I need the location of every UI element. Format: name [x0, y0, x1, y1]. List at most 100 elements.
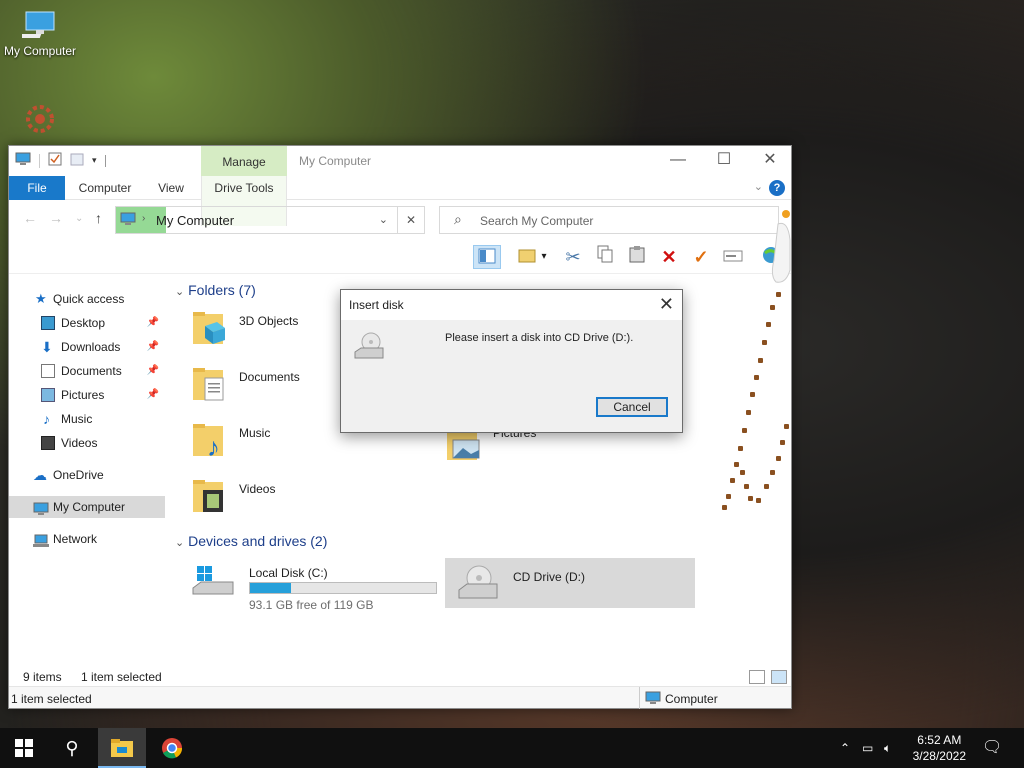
copy-icon[interactable] [591, 245, 619, 269]
nav-downloads[interactable]: ⬇ Downloads 📌 [9, 336, 165, 358]
tray-chevron-up-icon[interactable]: ⌃ [840, 728, 850, 768]
windows-drive-icon [191, 566, 235, 605]
network-tray-icon[interactable]: ▭ [862, 728, 873, 768]
windows-start-icon[interactable] [0, 728, 48, 768]
help-icon[interactable]: ? [769, 180, 785, 196]
drive-name: CD Drive (D:) [513, 570, 585, 584]
dialog-close-button[interactable]: ✕ [659, 294, 674, 315]
desktop-icon [41, 316, 55, 330]
download-arrow-icon: ⬇ [41, 339, 53, 355]
properties-icon[interactable] [48, 152, 62, 169]
chevron-down-icon: ⌄ [175, 286, 185, 298]
nav-label: Downloads [61, 340, 121, 354]
address-text: My Computer [156, 213, 235, 228]
drive-local-c[interactable]: Local Disk (C:) 93.1 GB free of 119 GB [181, 558, 441, 612]
pin-icon[interactable]: 📌 [147, 384, 159, 406]
pin-icon[interactable]: 📌 [147, 360, 159, 382]
footprint [766, 322, 771, 327]
footprint [754, 375, 759, 380]
clock[interactable]: 6:52 AM 3/28/2022 [913, 732, 966, 764]
back-arrow-icon[interactable]: ← [23, 210, 37, 226]
navigation-pane-icon[interactable] [473, 245, 501, 269]
pin-icon[interactable]: 📌 [147, 336, 159, 358]
layout-dropdown-icon[interactable]: ▾ [537, 245, 551, 269]
star-icon: ★ [35, 291, 47, 306]
clock-time: 6:52 AM [917, 733, 962, 747]
gear-icon [22, 104, 58, 134]
pin-icon[interactable]: 📌 [147, 312, 159, 334]
computer-icon [120, 212, 136, 229]
manage-context-tab[interactable]: Manage [201, 146, 287, 176]
new-folder-icon[interactable] [70, 152, 84, 169]
document-icon [41, 364, 55, 378]
minimize-button[interactable]: — [655, 146, 701, 176]
nav-label: OneDrive [53, 468, 104, 482]
nav-onedrive[interactable]: ☁ OneDrive [9, 464, 165, 486]
footprint [770, 470, 775, 475]
bottom-status-right: Computer [665, 692, 718, 706]
picture-icon [41, 388, 55, 402]
taskbar: ⚲ ⌃ ▭ 🔈︎ 6:52 AM 3/28/2022 🗨︎ [0, 728, 1024, 768]
footprint [740, 470, 745, 475]
search-input[interactable]: ⌕ Search My Computer [439, 206, 779, 234]
drive-free-space: 93.1 GB free of 119 GB [249, 598, 374, 612]
chevron-down-icon[interactable]: ⌄ [754, 180, 763, 193]
qat-dropdown-icon[interactable]: ▾ [92, 155, 97, 166]
dialog-message: Please insert a disk into CD Drive (D:). [445, 332, 634, 344]
cancel-button[interactable]: Cancel [596, 397, 668, 417]
checkmark-icon[interactable]: ✓ [687, 245, 715, 269]
volume-icon[interactable]: 🔈︎ [884, 728, 891, 768]
rename-icon[interactable] [719, 245, 747, 269]
nav-label: Quick access [53, 292, 125, 306]
delete-icon[interactable]: ✕ [655, 245, 683, 269]
cd-drive-icon [455, 564, 499, 607]
notifications-icon[interactable]: 🗨︎ [982, 728, 1002, 768]
cut-icon[interactable]: ✂ [559, 245, 587, 269]
footprint [776, 292, 781, 297]
nav-network[interactable]: Network [9, 528, 165, 550]
nav-label: My Computer [53, 500, 126, 514]
address-dropdown-icon[interactable]: ⌄ [379, 213, 388, 226]
folders-group-header[interactable]: ⌄ Folders (7) [175, 282, 256, 298]
paste-icon[interactable] [623, 245, 651, 269]
nav-videos[interactable]: Videos [9, 432, 165, 454]
folder-videos[interactable]: Videos [171, 476, 411, 526]
tab-computer[interactable]: Computer [75, 176, 135, 200]
nav-my-computer[interactable]: My Computer [9, 496, 165, 518]
address-field[interactable]: › My Computer ⌄ ✕ [115, 206, 425, 234]
nav-music[interactable]: ♪ Music [9, 408, 165, 430]
desktop-app-icon[interactable] [0, 104, 80, 138]
nav-desktop[interactable]: Desktop 📌 [9, 312, 165, 334]
footprint [750, 392, 755, 397]
footprint [738, 446, 743, 451]
up-arrow-icon[interactable]: ↑ [95, 210, 102, 226]
navigation-pane: ★ Quick access Desktop 📌 ⬇ Downloads 📌 D… [9, 276, 169, 656]
close-button[interactable]: ✕ [747, 146, 793, 176]
folder-name: Documents [239, 370, 300, 384]
recent-locations-icon[interactable]: ⌄ [75, 213, 83, 224]
file-explorer-icon[interactable] [98, 728, 146, 768]
large-icons-view-icon[interactable] [771, 670, 787, 684]
drive-cd-d[interactable]: CD Drive (D:) [445, 558, 695, 608]
details-view-icon[interactable] [749, 670, 765, 684]
nav-quick-access[interactable]: ★ Quick access [9, 288, 165, 310]
desktop-pet-icon [760, 210, 800, 293]
nav-pictures[interactable]: Pictures 📌 [9, 384, 165, 406]
clear-address-button[interactable]: ✕ [397, 206, 425, 234]
tab-file[interactable]: File [9, 176, 65, 200]
tab-view[interactable]: View [149, 176, 193, 200]
nav-documents[interactable]: Documents 📌 [9, 360, 165, 382]
item-count: 9 items [23, 670, 62, 684]
devices-group-header[interactable]: ⌄ Devices and drives (2) [175, 533, 327, 549]
forward-arrow-icon[interactable]: → [49, 210, 63, 226]
search-placeholder: Search My Computer [480, 214, 594, 228]
desktop-my-computer[interactable]: My Computer [0, 10, 80, 58]
footprint [748, 496, 753, 501]
nav-label: Videos [61, 436, 98, 450]
search-icon[interactable]: ⚲ [48, 728, 96, 768]
chrome-icon[interactable] [148, 728, 196, 768]
music-note-icon: ♪ [43, 411, 50, 427]
footprint [756, 498, 761, 503]
selection-count: 1 item selected [81, 670, 162, 684]
maximize-button[interactable]: ☐ [701, 146, 747, 176]
